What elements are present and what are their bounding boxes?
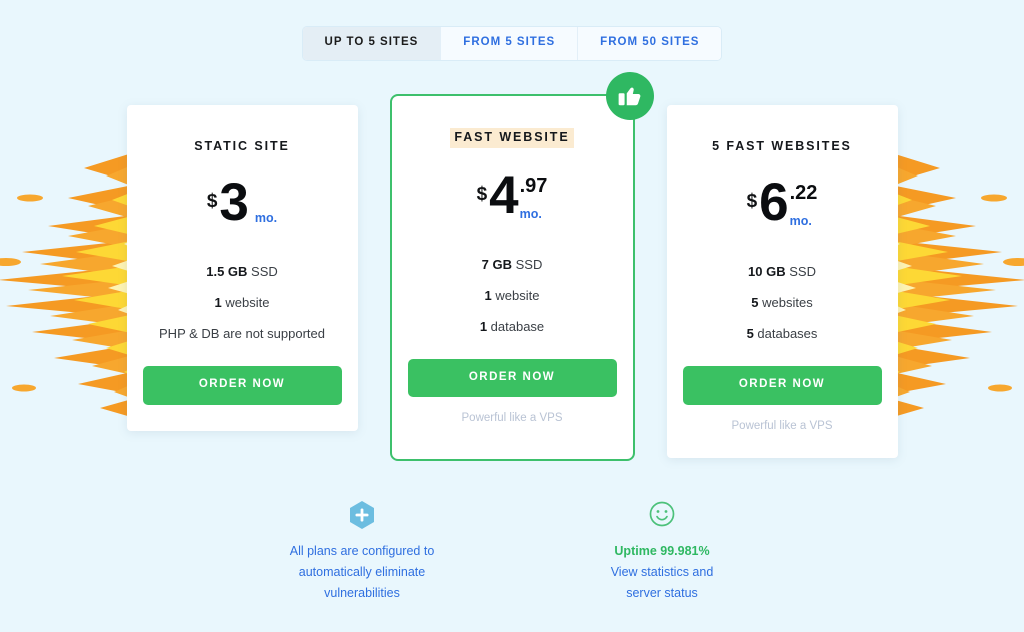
price-amount: 4 bbox=[489, 165, 519, 225]
price-cents: .22 bbox=[789, 182, 818, 204]
order-now-button[interactable]: ORDER NOW bbox=[682, 366, 882, 405]
feature-item: 1 website bbox=[408, 289, 617, 302]
feature-label: websites bbox=[758, 295, 813, 310]
feature-item: 5 databases bbox=[683, 327, 882, 340]
feature-item: 7 GB SSD bbox=[408, 258, 617, 271]
feature-label: SSD bbox=[785, 264, 816, 279]
note-text[interactable]: Uptime 99.981% View statistics and server … bbox=[555, 541, 770, 604]
plan-price: $3 mo. bbox=[143, 173, 342, 237]
tab-0[interactable]: UP TO 5 SITES bbox=[302, 27, 442, 60]
feature-value: 5 bbox=[746, 326, 754, 341]
price-period: mo. bbox=[789, 214, 812, 228]
order-now-button[interactable]: ORDER NOW bbox=[407, 358, 617, 397]
price-period: mo. bbox=[519, 206, 542, 221]
plan-title: STATIC SITE bbox=[194, 139, 290, 153]
smiley-face-icon bbox=[555, 500, 770, 530]
feature-label: PHP & DB are not supported bbox=[159, 326, 325, 341]
pricing-card-2: 5 FAST WEBSITES $6.22 mo. 10 GB SSD 5 websit… bbox=[666, 105, 898, 458]
plan-features: 10 GB SSD 5 websites 5 databases bbox=[683, 265, 882, 340]
feature-label: databases bbox=[753, 326, 818, 341]
feature-label: website bbox=[491, 287, 540, 303]
note-text[interactable]: All plans are configured to automatically… bbox=[255, 541, 470, 604]
note-line: automatically eliminate bbox=[298, 565, 426, 579]
plan-title: FAST WEBSITE bbox=[450, 128, 574, 148]
uptime-value: Uptime 99.981% bbox=[614, 544, 710, 558]
price-amount: 6 bbox=[759, 173, 789, 232]
feature-label: SSD bbox=[512, 256, 543, 272]
note-line: vulnerabilities bbox=[324, 586, 400, 600]
feature-item: 5 websites bbox=[683, 296, 882, 309]
footer-notes: All plans are configured to automatically… bbox=[0, 500, 1024, 604]
feature-item: 10 GB SSD bbox=[683, 265, 882, 278]
footer-note-0: All plans are configured to automatically… bbox=[255, 500, 470, 604]
plan-note: Powerful like a VPS bbox=[731, 419, 833, 432]
pricing-card-1: FAST WEBSITE $4.97 mo. 7 GB SSD 1 website 1 d… bbox=[389, 72, 654, 461]
feature-value: 10 GB bbox=[748, 264, 786, 279]
feature-value: 1 bbox=[214, 295, 222, 310]
note-line: server status bbox=[626, 586, 698, 600]
price-amount: 3 bbox=[219, 173, 249, 232]
plan-note: Powerful like a VPS bbox=[461, 412, 563, 424]
feature-value: 1 bbox=[484, 287, 492, 303]
tab-2[interactable]: FROM 50 SITES bbox=[578, 27, 722, 60]
feature-value: 7 GB bbox=[481, 256, 512, 272]
feature-item: 1.5 GB SSD bbox=[143, 265, 342, 278]
note-line: View statistics and bbox=[610, 565, 714, 579]
note-line: All plans are configured to bbox=[289, 544, 435, 558]
plan-filter-tabs: UP TO 5 SITES FROM 5 SITES FROM 50 SITES bbox=[0, 27, 1024, 60]
order-now-button[interactable]: ORDER NOW bbox=[142, 366, 342, 405]
currency-symbol: $ bbox=[746, 191, 758, 212]
thumbs-up-icon bbox=[605, 72, 654, 120]
feature-value: 5 bbox=[751, 295, 759, 310]
hexagon-plus-icon bbox=[255, 500, 470, 530]
pricing-card-0: STATIC SITE $3 mo. 1.5 GB SSD 1 website PHP &… bbox=[126, 105, 358, 431]
feature-value: 1.5 GB bbox=[206, 264, 248, 279]
currency-symbol: $ bbox=[476, 183, 488, 205]
plan-features: 7 GB SSD 1 website 1 database bbox=[408, 258, 617, 333]
price-cents: .97 bbox=[519, 174, 548, 197]
feature-item: 1 website bbox=[143, 296, 342, 309]
plan-features: 1.5 GB SSD 1 website PHP & DB are not supp… bbox=[143, 265, 342, 340]
plan-price: $4.97 mo. bbox=[408, 165, 617, 230]
plan-price: $6.22 mo. bbox=[683, 173, 882, 237]
feature-label: database bbox=[487, 318, 545, 334]
feature-item: 1 database bbox=[408, 320, 617, 333]
feature-item: PHP & DB are not supported bbox=[143, 327, 342, 340]
currency-symbol: $ bbox=[206, 191, 218, 212]
footer-note-1: Uptime 99.981% View statistics and server … bbox=[555, 500, 770, 604]
price-period: mo. bbox=[254, 211, 278, 225]
feature-value: 1 bbox=[479, 318, 488, 334]
pricing-cards: STATIC SITE $3 mo. 1.5 GB SSD 1 website PHP &… bbox=[0, 72, 1024, 461]
feature-label: SSD bbox=[247, 264, 278, 279]
tab-1[interactable]: FROM 5 SITES bbox=[441, 27, 579, 60]
feature-label: website bbox=[221, 295, 270, 310]
plan-title: 5 FAST WEBSITES bbox=[712, 139, 852, 153]
